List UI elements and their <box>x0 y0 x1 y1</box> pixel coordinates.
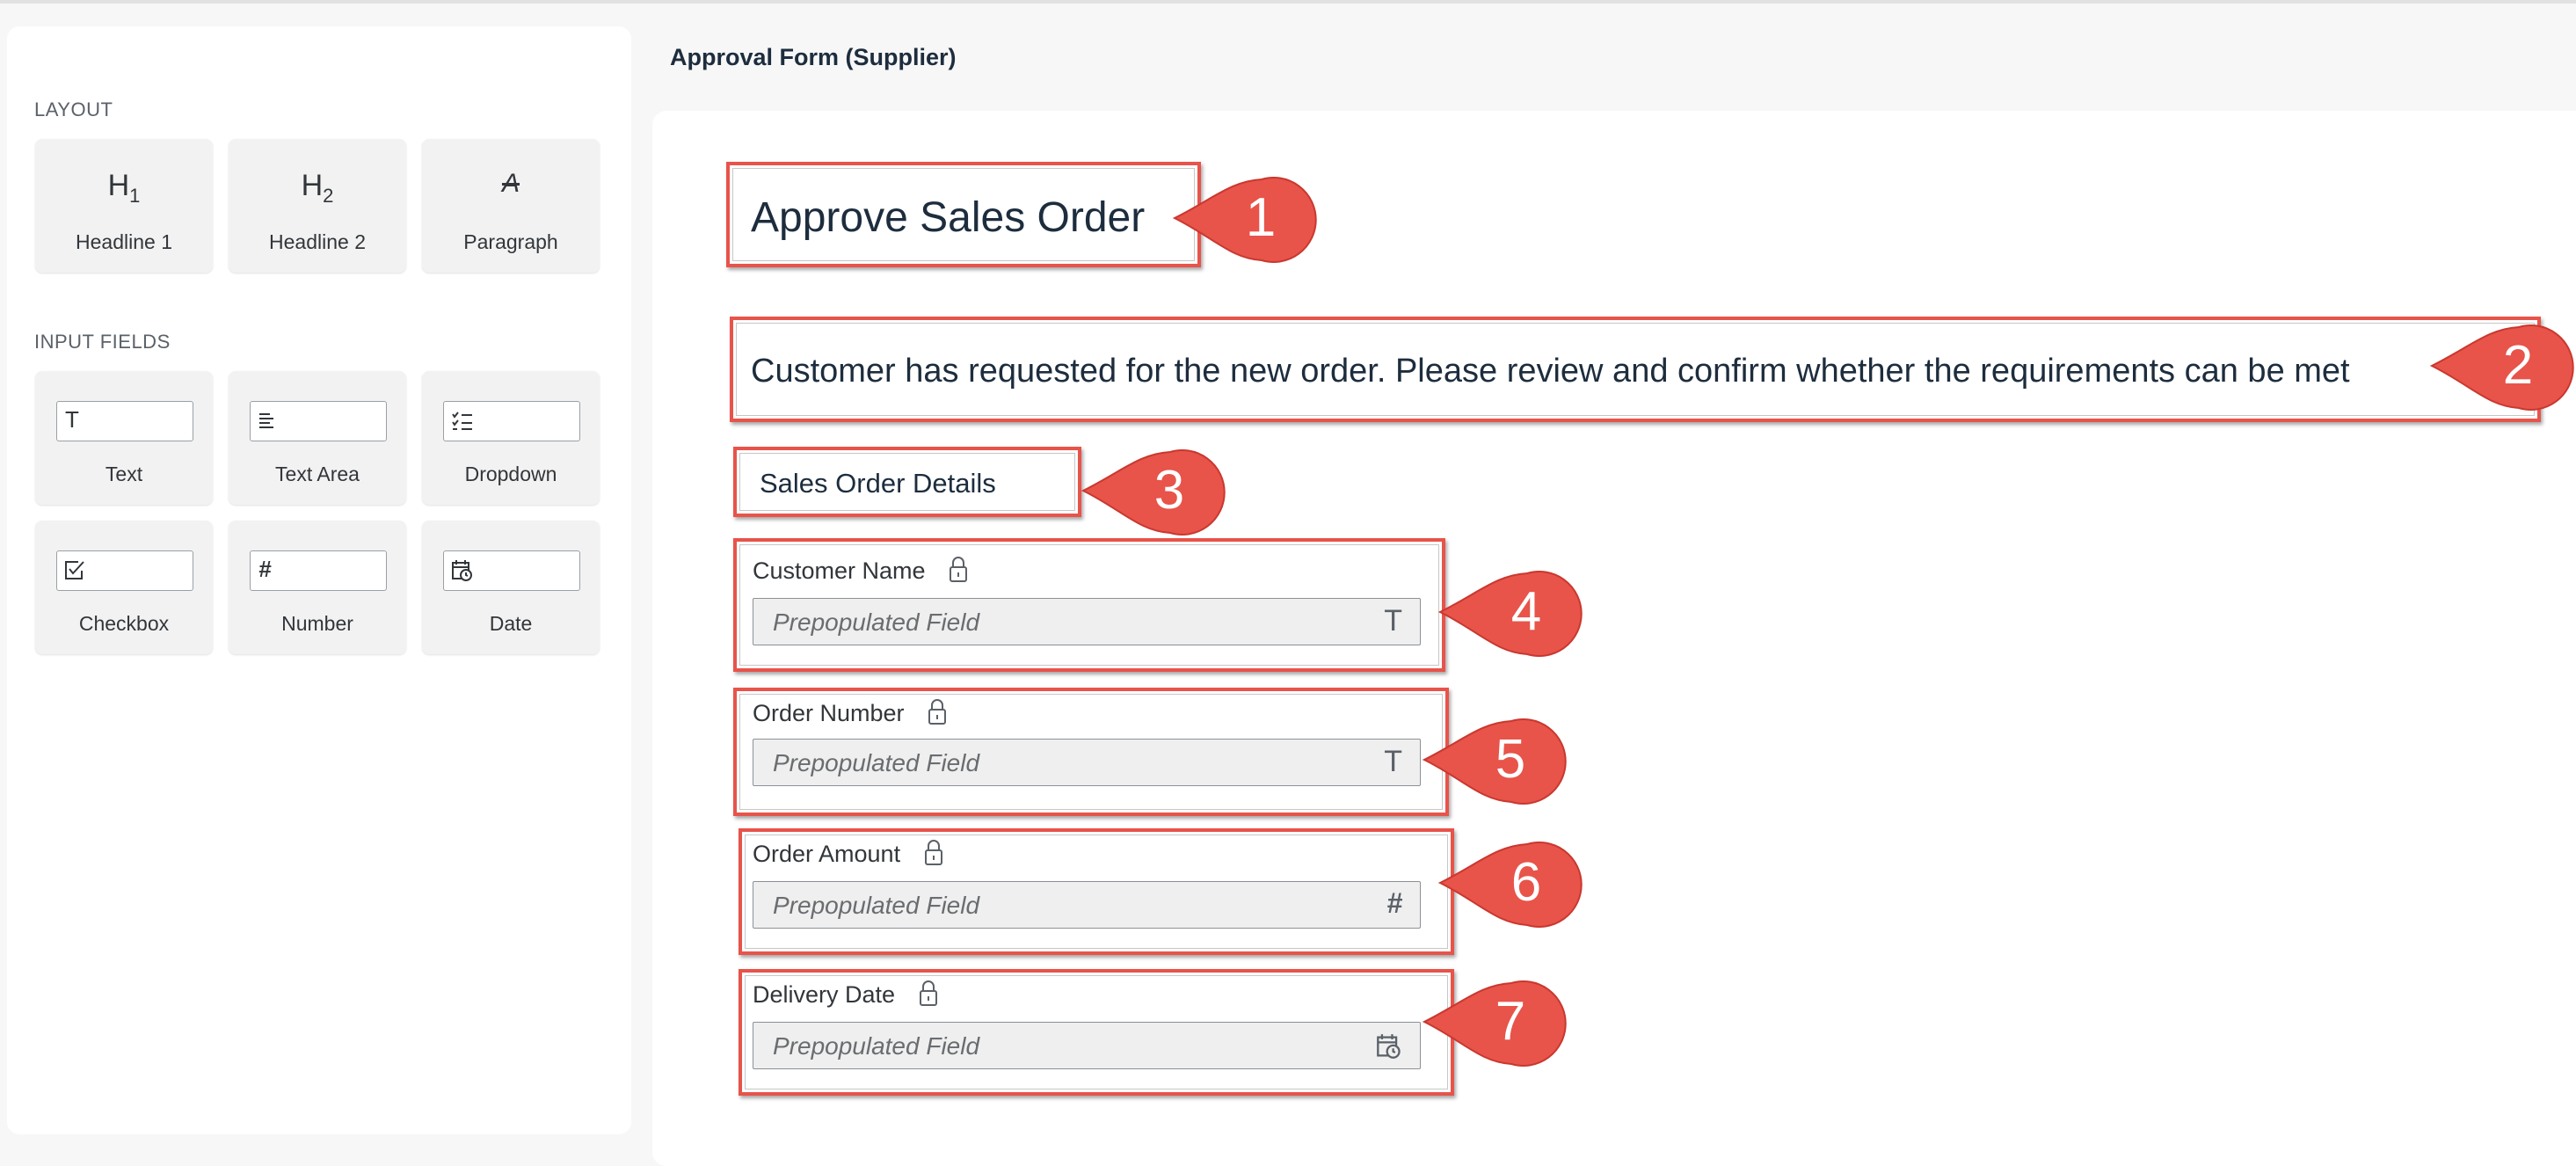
palette-tile-dropdown[interactable]: Dropdown <box>422 371 600 505</box>
callout-number: 5 <box>1495 729 1525 790</box>
order-amount-input[interactable]: Prepopulated Field # <box>753 881 1421 929</box>
callout-marker-4: 4 <box>1437 571 1583 657</box>
paragraph-text: Customer has requested for the new order… <box>751 353 2350 390</box>
callout-marker-7: 7 <box>1422 980 1567 1067</box>
field-label: Delivery Date <box>753 981 896 1008</box>
mini-input-preview <box>443 550 580 591</box>
delivery-date-element[interactable]: Delivery Date Prepopulated Field <box>739 969 1454 1096</box>
palette-tile-checkbox[interactable]: Checkbox <box>35 521 213 654</box>
date-icon <box>452 560 472 581</box>
element-palette: LAYOUT H1 Headline 1 H2 Headline 2 A Par… <box>7 26 631 1134</box>
palette-tile-paragraph[interactable]: A Paragraph <box>422 139 600 273</box>
callout-number: 4 <box>1511 581 1541 642</box>
mini-input-preview: # <box>250 550 387 591</box>
palette-tile-headline-2[interactable]: H2 Headline 2 <box>229 139 406 273</box>
callout-marker-1: 1 <box>1172 177 1317 263</box>
headline-1-icon: H1 <box>107 169 141 207</box>
tile-label: Dropdown <box>464 463 557 485</box>
text-type-icon: T <box>1384 604 1402 638</box>
section-heading-text: Sales Order Details <box>760 468 996 499</box>
mini-input-preview <box>56 550 193 591</box>
section-heading-element[interactable]: Sales Order Details <box>733 447 1081 517</box>
lock-icon <box>950 557 967 582</box>
tile-label: Date <box>489 612 533 635</box>
callout-marker-6: 6 <box>1437 842 1583 928</box>
placeholder-text: Prepopulated Field <box>773 609 980 636</box>
customer-name-element[interactable]: Customer Name Prepopulated Field T <box>733 538 1445 672</box>
text-type-icon: T <box>1384 745 1402 778</box>
field-label: Customer Name <box>753 557 926 584</box>
headline-element[interactable]: Approve Sales Order <box>726 162 1201 267</box>
palette-tile-text-area[interactable]: Text Area <box>229 371 406 505</box>
lock-icon <box>925 840 942 865</box>
text-icon: T <box>65 406 79 433</box>
input-fields-section-title: INPUT FIELDS <box>34 331 171 353</box>
callout-marker-2: 2 <box>2429 324 2574 411</box>
field-label: Order Number <box>753 700 905 726</box>
tile-label: Text <box>105 463 143 485</box>
tile-label: Headline 1 <box>76 230 172 253</box>
callout-number: 2 <box>2503 335 2533 396</box>
callout-number: 7 <box>1495 991 1525 1052</box>
number-type-icon: # <box>1386 887 1402 919</box>
tile-label: Checkbox <box>78 612 170 635</box>
customer-name-input[interactable]: Prepopulated Field T <box>753 598 1421 645</box>
mini-input-preview <box>443 401 580 441</box>
headline-2-icon: H2 <box>301 169 334 207</box>
tile-label: Number <box>281 612 353 635</box>
palette-tile-text[interactable]: T Text <box>35 371 213 505</box>
dropdown-icon <box>452 412 472 430</box>
placeholder-text: Prepopulated Field <box>773 749 980 776</box>
paragraph-icon: A <box>501 169 520 198</box>
tile-label: Text Area <box>275 463 360 485</box>
layout-section-title: LAYOUT <box>34 98 113 120</box>
palette-tile-date[interactable]: Date <box>422 521 600 654</box>
mini-input-preview: T <box>56 401 193 441</box>
paragraph-element[interactable]: Customer has requested for the new order… <box>730 317 2541 422</box>
headline-text: Approve Sales Order <box>751 194 1146 241</box>
lock-icon <box>928 699 946 725</box>
callout-marker-5: 5 <box>1422 718 1567 805</box>
lock-icon <box>920 980 937 1006</box>
placeholder-text: Prepopulated Field <box>773 892 980 919</box>
palette-tile-number[interactable]: # Number <box>229 521 406 654</box>
tile-label: Headline 2 <box>269 230 366 253</box>
tile-label: Paragraph <box>463 230 558 253</box>
text-area-icon <box>259 413 273 428</box>
number-icon: # <box>258 556 272 582</box>
callout-number: 3 <box>1154 460 1184 521</box>
callout-marker-3: 3 <box>1081 449 1226 536</box>
calendar-icon <box>1377 1034 1401 1059</box>
top-border <box>0 0 2576 4</box>
form-title: Approval Form (Supplier) <box>670 44 957 70</box>
palette-tile-headline-1[interactable]: H1 Headline 1 <box>35 139 213 273</box>
order-amount-element[interactable]: Order Amount Prepopulated Field # <box>739 828 1454 955</box>
field-label: Order Amount <box>753 841 901 867</box>
checkbox-icon <box>65 561 84 579</box>
order-number-input[interactable]: Prepopulated Field T <box>753 739 1421 786</box>
delivery-date-input[interactable]: Prepopulated Field <box>753 1022 1421 1069</box>
callout-number: 1 <box>1246 187 1276 248</box>
mini-input-preview <box>250 401 387 441</box>
placeholder-text: Prepopulated Field <box>773 1032 980 1060</box>
callout-number: 6 <box>1511 852 1541 913</box>
order-number-element[interactable]: Order Number Prepopulated Field T <box>733 688 1449 816</box>
